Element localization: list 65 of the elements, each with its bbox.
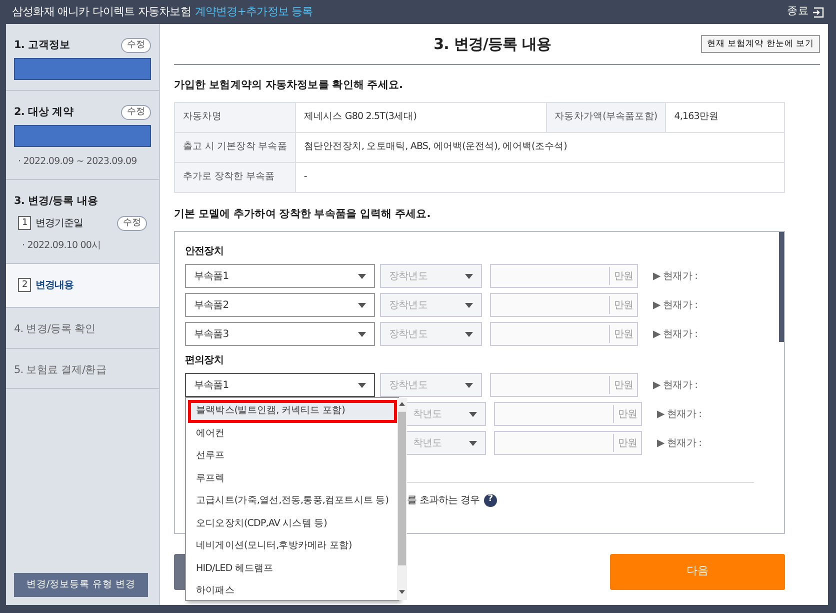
app-title: 삼성화재 애니카 다이렉트 자동차보험 (12, 4, 191, 18)
caret-icon (465, 274, 473, 278)
caret-icon (465, 302, 473, 308)
table-header-cell: 자동차가액(부속품포함) (546, 102, 666, 132)
edit-button[interactable]: 수정 (121, 38, 151, 54)
current-price-label: ▶ 현재가 : (653, 378, 698, 392)
table-header-cell: 추가로 장착한 부속품 (174, 162, 296, 192)
current-price-label: ▶ 현재가 : (653, 328, 698, 342)
page-title: 3. 변경/등록 내용 (434, 34, 552, 55)
table-cell: 제네시스 G80 2.5T(3세대) (295, 102, 546, 132)
scrollbar-thumb[interactable] (779, 232, 784, 342)
change-type-button[interactable]: 변경/정보등록 유형 변경 (14, 572, 148, 597)
contract-period: · 2022.09.09 ~ 2023.09.09 (18, 154, 138, 168)
caret-icon (465, 332, 473, 336)
substep-label[interactable]: 변경기준일 (35, 216, 84, 230)
part-select[interactable]: 부속품1 (185, 264, 375, 288)
dropdown-option[interactable]: 블랙박스(빌트인캠, 커넥티드 포함) (188, 400, 397, 422)
table-cell: - (295, 162, 784, 192)
step-number: 2 (18, 278, 32, 292)
table-cell: 4,163만원 (666, 102, 784, 132)
step-label[interactable]: 3. 변경/등록 내용 (14, 194, 98, 210)
part-select[interactable]: 부속품3 (185, 322, 375, 346)
base-date: · 2022.09.10 00시 (22, 238, 102, 252)
dropdown-option[interactable]: 오디오장치(CDP,AV 시스템 등) (188, 512, 397, 535)
group-title: 편의장치 (185, 354, 224, 368)
part-select[interactable]: 부속품2 (185, 293, 375, 317)
section-heading: 기본 모델에 추가하여 장착한 부속품을 입력해 주세요. (174, 206, 432, 222)
step-label[interactable]: 1. 고객정보 (14, 38, 70, 54)
page-subtitle: 계약변경+추가정보 등록 (194, 4, 313, 18)
table-cell: 첨단안전장치, 오토매틱, ABS, 에어백(운전석), 에어백(조수석) (295, 132, 784, 162)
help-icon[interactable]: ? (484, 494, 497, 506)
current-price-label: ▶ 현재가 : (653, 270, 698, 284)
table-header-cell: 출고 시 기본장착 부속품 (174, 132, 296, 162)
dropdown-option[interactable]: 루프렉 (188, 468, 397, 490)
step-label: 4. 변경/등록 확인 (14, 322, 96, 337)
group-title: 안전장치 (185, 244, 224, 258)
dropdown-option[interactable]: 에어컨 (188, 422, 397, 445)
exit-button[interactable]: 종료 (787, 4, 824, 20)
caret-icon (358, 274, 366, 278)
step-label[interactable]: 2. 대상 계약 (14, 104, 74, 120)
substep-label[interactable]: 변경내용 (35, 278, 74, 293)
caret-icon (358, 382, 366, 388)
current-price-label: ▶ 현재가 : (657, 436, 702, 450)
current-price-label: ▶ 현재가 : (653, 298, 698, 312)
summary-button[interactable]: 현재 보험계약 한눈에 보기 (700, 34, 820, 54)
dropdown-option[interactable]: 하이패스 (188, 580, 397, 602)
caret-icon (469, 412, 477, 416)
table-header-cell: 자동차명 (174, 102, 296, 132)
step-label: 5. 보험료 결제/환급 (14, 362, 106, 378)
scrollbar[interactable] (396, 398, 407, 600)
caret-icon (469, 440, 477, 446)
step-number: 1 (18, 216, 32, 230)
caret-icon (465, 382, 473, 388)
dropdown-option[interactable]: 고급시트(가죽,열선,전동,통풍,컴포트시트 등) (188, 490, 397, 512)
dropdown-option[interactable]: 네비게이션(모니터,후방카메라 포함) (188, 535, 397, 558)
dropdown-option[interactable]: HID/LED 헤드램프 (188, 558, 397, 580)
edit-button[interactable]: 수정 (117, 216, 147, 230)
section-heading: 가입한 보험계약의 자동차정보를 확인해 주세요. (174, 78, 404, 93)
dropdown-option[interactable]: 선루프 (188, 445, 397, 468)
caret-icon (358, 302, 366, 308)
edit-button[interactable]: 수정 (121, 105, 151, 120)
exit-icon (813, 6, 824, 18)
note-text: 를 초과하는 경우 (407, 494, 480, 508)
current-price-label: ▶ 현재가 : (657, 408, 702, 422)
caret-icon (358, 332, 366, 336)
